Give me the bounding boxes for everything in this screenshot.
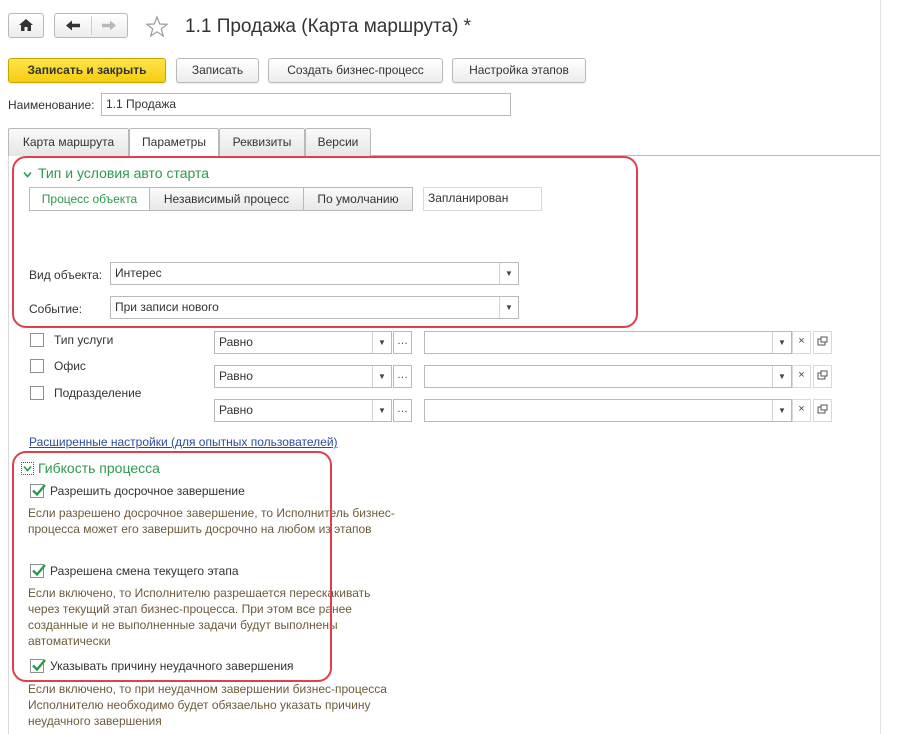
condition-label-service-type: Тип услуги — [54, 333, 114, 347]
condition-operator-service-type[interactable]: Равно ▼ — [214, 331, 392, 354]
arrow-left-icon — [66, 20, 80, 31]
chevron-down-icon[interactable]: ▼ — [772, 400, 791, 421]
condition-value-department[interactable]: ▼ — [424, 399, 792, 422]
condition-label-office: Офис — [54, 359, 86, 373]
chevron-down-icon[interactable]: ▼ — [372, 366, 391, 387]
open-button[interactable] — [813, 331, 832, 354]
tab-route-map[interactable]: Карта маршрута — [8, 128, 129, 156]
tab-requisites[interactable]: Реквизиты — [219, 128, 305, 156]
page-title: 1.1 Продажа (Карта маршрута) * — [185, 16, 472, 37]
chevron-down-icon[interactable]: ▼ — [772, 332, 791, 353]
condition-checkbox-office[interactable] — [30, 359, 44, 373]
stages-setup-button[interactable]: Настройка этапов — [452, 58, 586, 83]
back-button[interactable] — [55, 14, 91, 37]
operator-more-button[interactable]: … — [393, 365, 412, 388]
condition-value-office[interactable]: ▼ — [424, 365, 792, 388]
tab-parameters[interactable]: Параметры — [129, 128, 219, 157]
open-icon — [817, 404, 828, 414]
operator-more-button[interactable]: … — [393, 399, 412, 422]
chevron-down-icon[interactable]: ▼ — [772, 366, 791, 387]
name-label: Наименование: — [8, 98, 95, 112]
flexibility-highlight — [12, 451, 332, 682]
save-button[interactable]: Записать — [176, 58, 259, 83]
create-business-process-button[interactable]: Создать бизнес-процесс — [268, 58, 443, 83]
failure-reason-description: Если включено, то при неудачном завершен… — [28, 682, 387, 728]
condition-operator-office[interactable]: Равно ▼ — [214, 365, 392, 388]
chevron-down-icon[interactable]: ▼ — [372, 400, 391, 421]
star-icon — [145, 15, 169, 38]
condition-checkbox-department[interactable] — [30, 386, 44, 400]
favorite-star-button[interactable] — [144, 15, 170, 39]
operator-value: Равно — [219, 403, 253, 417]
tab-panel-left-border — [8, 155, 9, 734]
open-icon — [817, 370, 828, 380]
condition-value-service-type[interactable]: ▼ — [424, 331, 792, 354]
header-divider — [880, 0, 881, 734]
clear-button[interactable]: × — [792, 399, 811, 422]
operator-value: Равно — [219, 335, 253, 349]
condition-label-department: Подразделение — [54, 386, 142, 400]
autostart-highlight — [12, 156, 638, 328]
operator-value: Равно — [219, 369, 253, 383]
clear-button[interactable]: × — [792, 331, 811, 354]
arrow-right-icon — [102, 20, 116, 31]
clear-button[interactable]: × — [792, 365, 811, 388]
name-input[interactable]: 1.1 Продажа — [101, 93, 511, 116]
home-button[interactable] — [8, 13, 44, 38]
open-button[interactable] — [813, 399, 832, 422]
condition-operator-department[interactable]: Равно ▼ — [214, 399, 392, 422]
save-and-close-button[interactable]: Записать и закрыть — [8, 58, 166, 83]
tab-versions[interactable]: Версии — [305, 128, 371, 156]
operator-more-button[interactable]: … — [393, 331, 412, 354]
home-icon — [19, 19, 33, 31]
open-icon — [817, 336, 828, 346]
open-button[interactable] — [813, 365, 832, 388]
condition-checkbox-service-type[interactable] — [30, 333, 44, 347]
forward-button[interactable] — [92, 14, 127, 37]
advanced-settings-link[interactable]: Расширенные настройки (для опытных польз… — [29, 435, 338, 449]
chevron-down-icon[interactable]: ▼ — [372, 332, 391, 353]
